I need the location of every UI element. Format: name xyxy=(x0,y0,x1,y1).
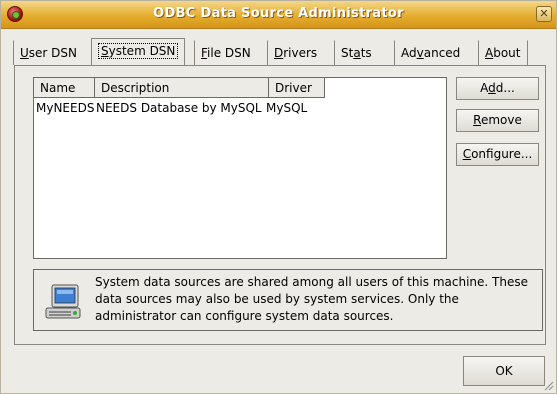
tab-drivers[interactable]: Drivers xyxy=(267,40,323,65)
tab-user-dsn[interactable]: User DSN xyxy=(13,40,83,65)
ok-button[interactable]: OK xyxy=(463,356,545,386)
list-item-description: NEEDS Database by MySQL xyxy=(96,101,262,115)
dsn-list[interactable]: Name Description Driver MyNEEDS NEEDS Da… xyxy=(33,77,447,259)
info-box: System data sources are shared among all… xyxy=(33,269,543,331)
close-icon[interactable]: ✕ xyxy=(536,6,552,22)
title-bar[interactable]: ODBC Data Source Administrator ✕ xyxy=(1,1,556,29)
window-title: ODBC Data Source Administrator xyxy=(153,6,404,21)
list-item[interactable]: MyNEEDS NEEDS Database by MySQL MySQL xyxy=(34,100,446,116)
computer-icon xyxy=(45,284,81,319)
add-button[interactable]: Add... xyxy=(456,77,539,100)
tab-about[interactable]: About xyxy=(478,40,528,65)
tab-stats[interactable]: Stats xyxy=(334,40,378,65)
column-header-description[interactable]: Description xyxy=(95,78,269,98)
list-item-name: MyNEEDS xyxy=(36,101,95,115)
configure-button[interactable]: Configure... xyxy=(456,143,539,166)
list-item-driver: MySQL xyxy=(266,101,308,115)
system-dsn-panel: Name Description Driver MyNEEDS NEEDS Da… xyxy=(14,65,546,345)
list-header: Name Description Driver xyxy=(34,78,446,98)
tab-system-dsn[interactable]: System DSN xyxy=(91,38,186,66)
column-header-name[interactable]: Name xyxy=(34,78,95,98)
column-header-driver[interactable]: Driver xyxy=(269,78,325,98)
tab-advanced[interactable]: Advanced xyxy=(394,40,466,65)
remove-button[interactable]: Remove xyxy=(456,109,539,132)
info-text: System data sources are shared among all… xyxy=(95,275,528,323)
tab-file-dsn[interactable]: File DSN xyxy=(194,40,257,65)
odbc-dialog: ODBC Data Source Administrator ✕ User DS… xyxy=(0,0,557,394)
resize-grip-icon[interactable] xyxy=(544,381,554,391)
